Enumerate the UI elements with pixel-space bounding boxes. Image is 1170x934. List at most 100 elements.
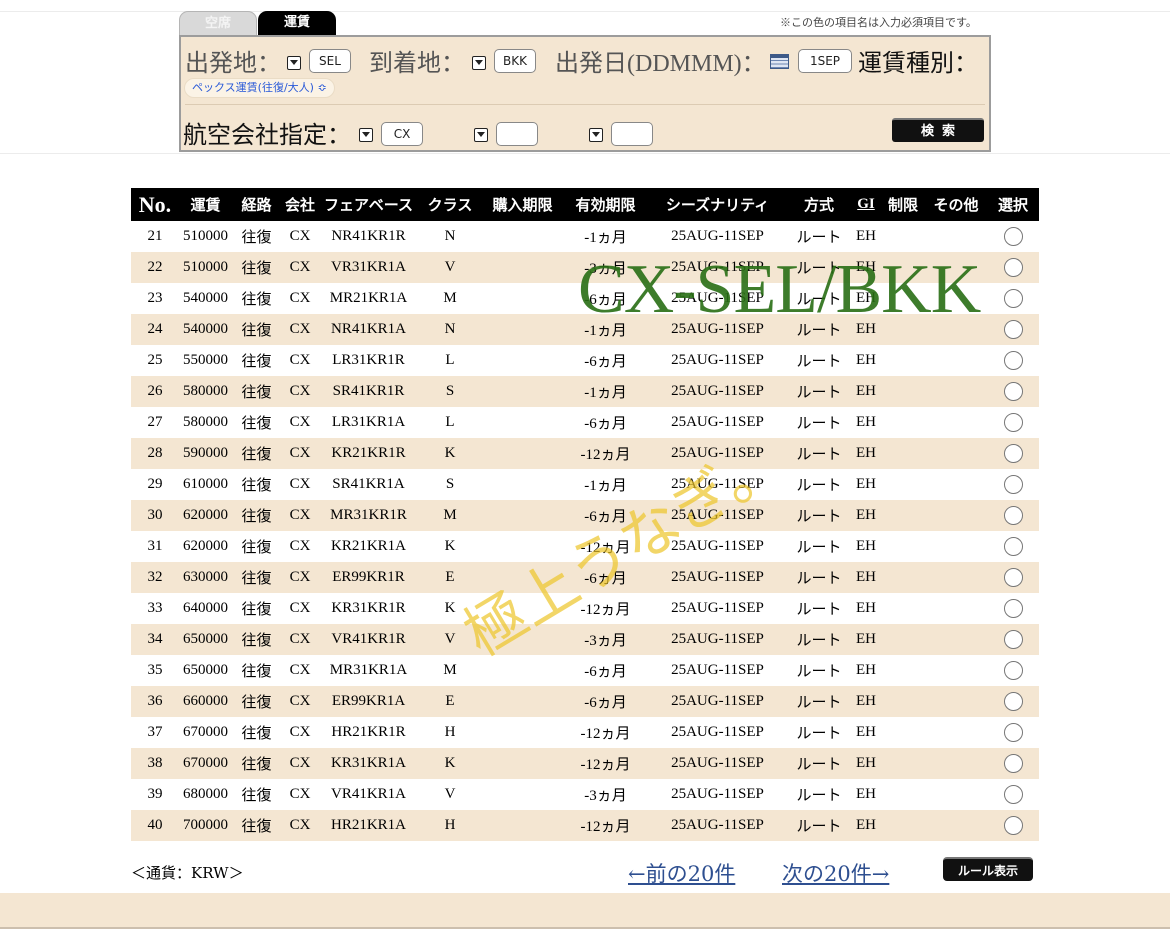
col-no-cell: 22 [131,252,179,283]
show-rules-button[interactable]: ルール表示 [943,857,1033,881]
select-radio[interactable] [1003,413,1023,432]
select-radio[interactable] [1003,661,1023,680]
airline-1-input[interactable]: CX [381,122,423,146]
col-gi-cell: EH [856,228,876,244]
col-validity-cell: -12ヵ月 [563,748,648,779]
col-route-cell: 往復 [241,540,272,556]
col-restriction-cell [881,717,925,748]
select-radio[interactable] [1003,444,1023,463]
select-radio[interactable] [1003,692,1023,711]
col-class-cell: V [418,252,482,283]
col-validity-cell: -12ヵ月 [580,602,631,618]
table-row: 23 540000 往復 CX MR21KR1A M -6ヵ月 25AUG-11SEP ルート E… [131,283,1039,314]
col-purchase-deadline-cell [482,221,563,252]
table-row: 36 660000 往復 CX ER99KR1A E -6ヵ月 25AUG-11SEP ルート E… [131,686,1039,717]
col-seasonality-cell: 25AUG-11SEP [648,624,787,655]
select-radio[interactable] [1003,785,1023,804]
table-row: 26 580000 往復 CX SR41KR1R S -1ヵ月 25AUG-11SEP ルート E… [131,376,1039,407]
col-method-cell: ルート [796,230,842,246]
col-method-cell: ルート [796,726,842,742]
col-restriction-cell [881,779,925,810]
origin-dropdown-icon[interactable] [287,56,301,70]
col-no-cell: 21 [147,228,163,244]
col-class-cell: S [418,376,482,407]
col-select-cell [987,252,1039,283]
select-radio[interactable] [1003,537,1023,556]
select-radio[interactable] [1003,382,1023,401]
col-fare-cell: 650000 [183,662,228,678]
calendar-icon[interactable] [770,54,789,69]
col-validity-cell: -1ヵ月 [563,314,648,345]
tab-fares[interactable]: 運賃 [258,11,336,35]
col-route-cell: 往復 [241,726,272,742]
col-class-cell: M [418,500,482,531]
destination-dropdown-icon[interactable] [472,56,486,70]
col-fare-cell: 660000 [179,686,232,717]
select-radio[interactable] [1003,599,1023,618]
airline-1-dropdown-icon[interactable] [359,128,373,142]
col-select-cell [987,562,1039,593]
select-radio[interactable] [1003,754,1023,773]
col-gi-cell: EH [856,476,876,492]
next-page-link[interactable]: 次の20件→ [782,858,889,888]
col-seasonality-cell: 25AUG-11SEP [671,476,764,492]
col-purchase-deadline-cell [482,531,563,562]
fare-type-select[interactable]: ペックス運賃(往復/大人) ≎ [184,78,335,98]
col-airline-cell: CX [289,352,311,368]
col-select-cell [987,376,1039,407]
col-restriction-cell [881,500,925,531]
col-restriction-header: 制限 [881,188,925,221]
col-no-cell: 36 [131,686,179,717]
col-method-cell: ルート [787,624,851,655]
col-method-cell: ルート [796,540,842,556]
col-method-cell: ルート [787,438,851,469]
col-class-cell: S [445,476,455,492]
col-restriction-cell [881,407,925,438]
fare-table: No. 運賃 経路 会社 フェアベース クラス 購入期限 有効期限 シーズナリティ 方式 GI 制限そ… [131,188,1039,841]
select-radio[interactable] [1003,630,1023,649]
col-airline-cell: CX [281,748,319,779]
col-seasonality-cell: 25AUG-11SEP [671,290,764,306]
select-radio[interactable] [1003,227,1023,246]
col-gi-cell: EH [851,252,881,283]
departure-date-input[interactable]: 1SEP [798,49,852,73]
airline-2-dropdown-icon[interactable] [474,128,488,142]
destination-input[interactable]: BKK [494,49,536,73]
select-radio[interactable] [1003,506,1023,525]
table-row: 29 610000 往復 CX SR41KR1A S -1ヵ月 25AUG-11SEP ルート E… [131,469,1039,500]
origin-label: 出発地： [185,51,281,77]
col-gi-header[interactable]: GI [851,188,881,221]
col-other-header: その他 [925,188,987,221]
airline-2-input[interactable] [496,122,538,146]
select-radio[interactable] [1003,816,1023,835]
col-no-cell: 25 [147,352,163,368]
origin-input[interactable]: SEL [309,49,351,73]
prev-page-link[interactable]: ←前の20件 [628,858,735,888]
col-route-cell: 往復 [241,292,272,308]
col-method-cell: ルート [796,416,842,432]
col-class-cell: V [418,624,482,655]
select-radio[interactable] [1003,258,1023,277]
select-radio[interactable] [1003,568,1023,587]
col-validity-cell: -12ヵ月 [563,438,648,469]
col-purchase-deadline-cell [482,717,563,748]
select-radio[interactable] [1003,289,1023,308]
airline-3-dropdown-icon[interactable] [589,128,603,142]
tab-availability[interactable]: 空席 [179,11,257,35]
select-radio[interactable] [1003,475,1023,494]
select-radio[interactable] [1003,351,1023,370]
col-restriction-cell [881,469,925,500]
col-fare-basis-cell: LR31KR1R [332,352,405,368]
col-validity-header: 有効期限 [563,188,648,221]
col-fare-cell: 670000 [179,748,232,779]
airline-3-input[interactable] [611,122,653,146]
search-button[interactable]: 検索 [892,118,984,142]
col-route-cell: 往復 [232,376,281,407]
col-seasonality-cell: 25AUG-11SEP [671,414,764,430]
select-radio[interactable] [1003,320,1023,339]
col-gi-cell: EH [856,662,876,678]
select-radio[interactable] [1003,723,1023,742]
col-no-cell: 27 [147,414,163,430]
col-purchase-deadline-cell [482,407,563,438]
col-gi-cell: EH [856,538,876,554]
